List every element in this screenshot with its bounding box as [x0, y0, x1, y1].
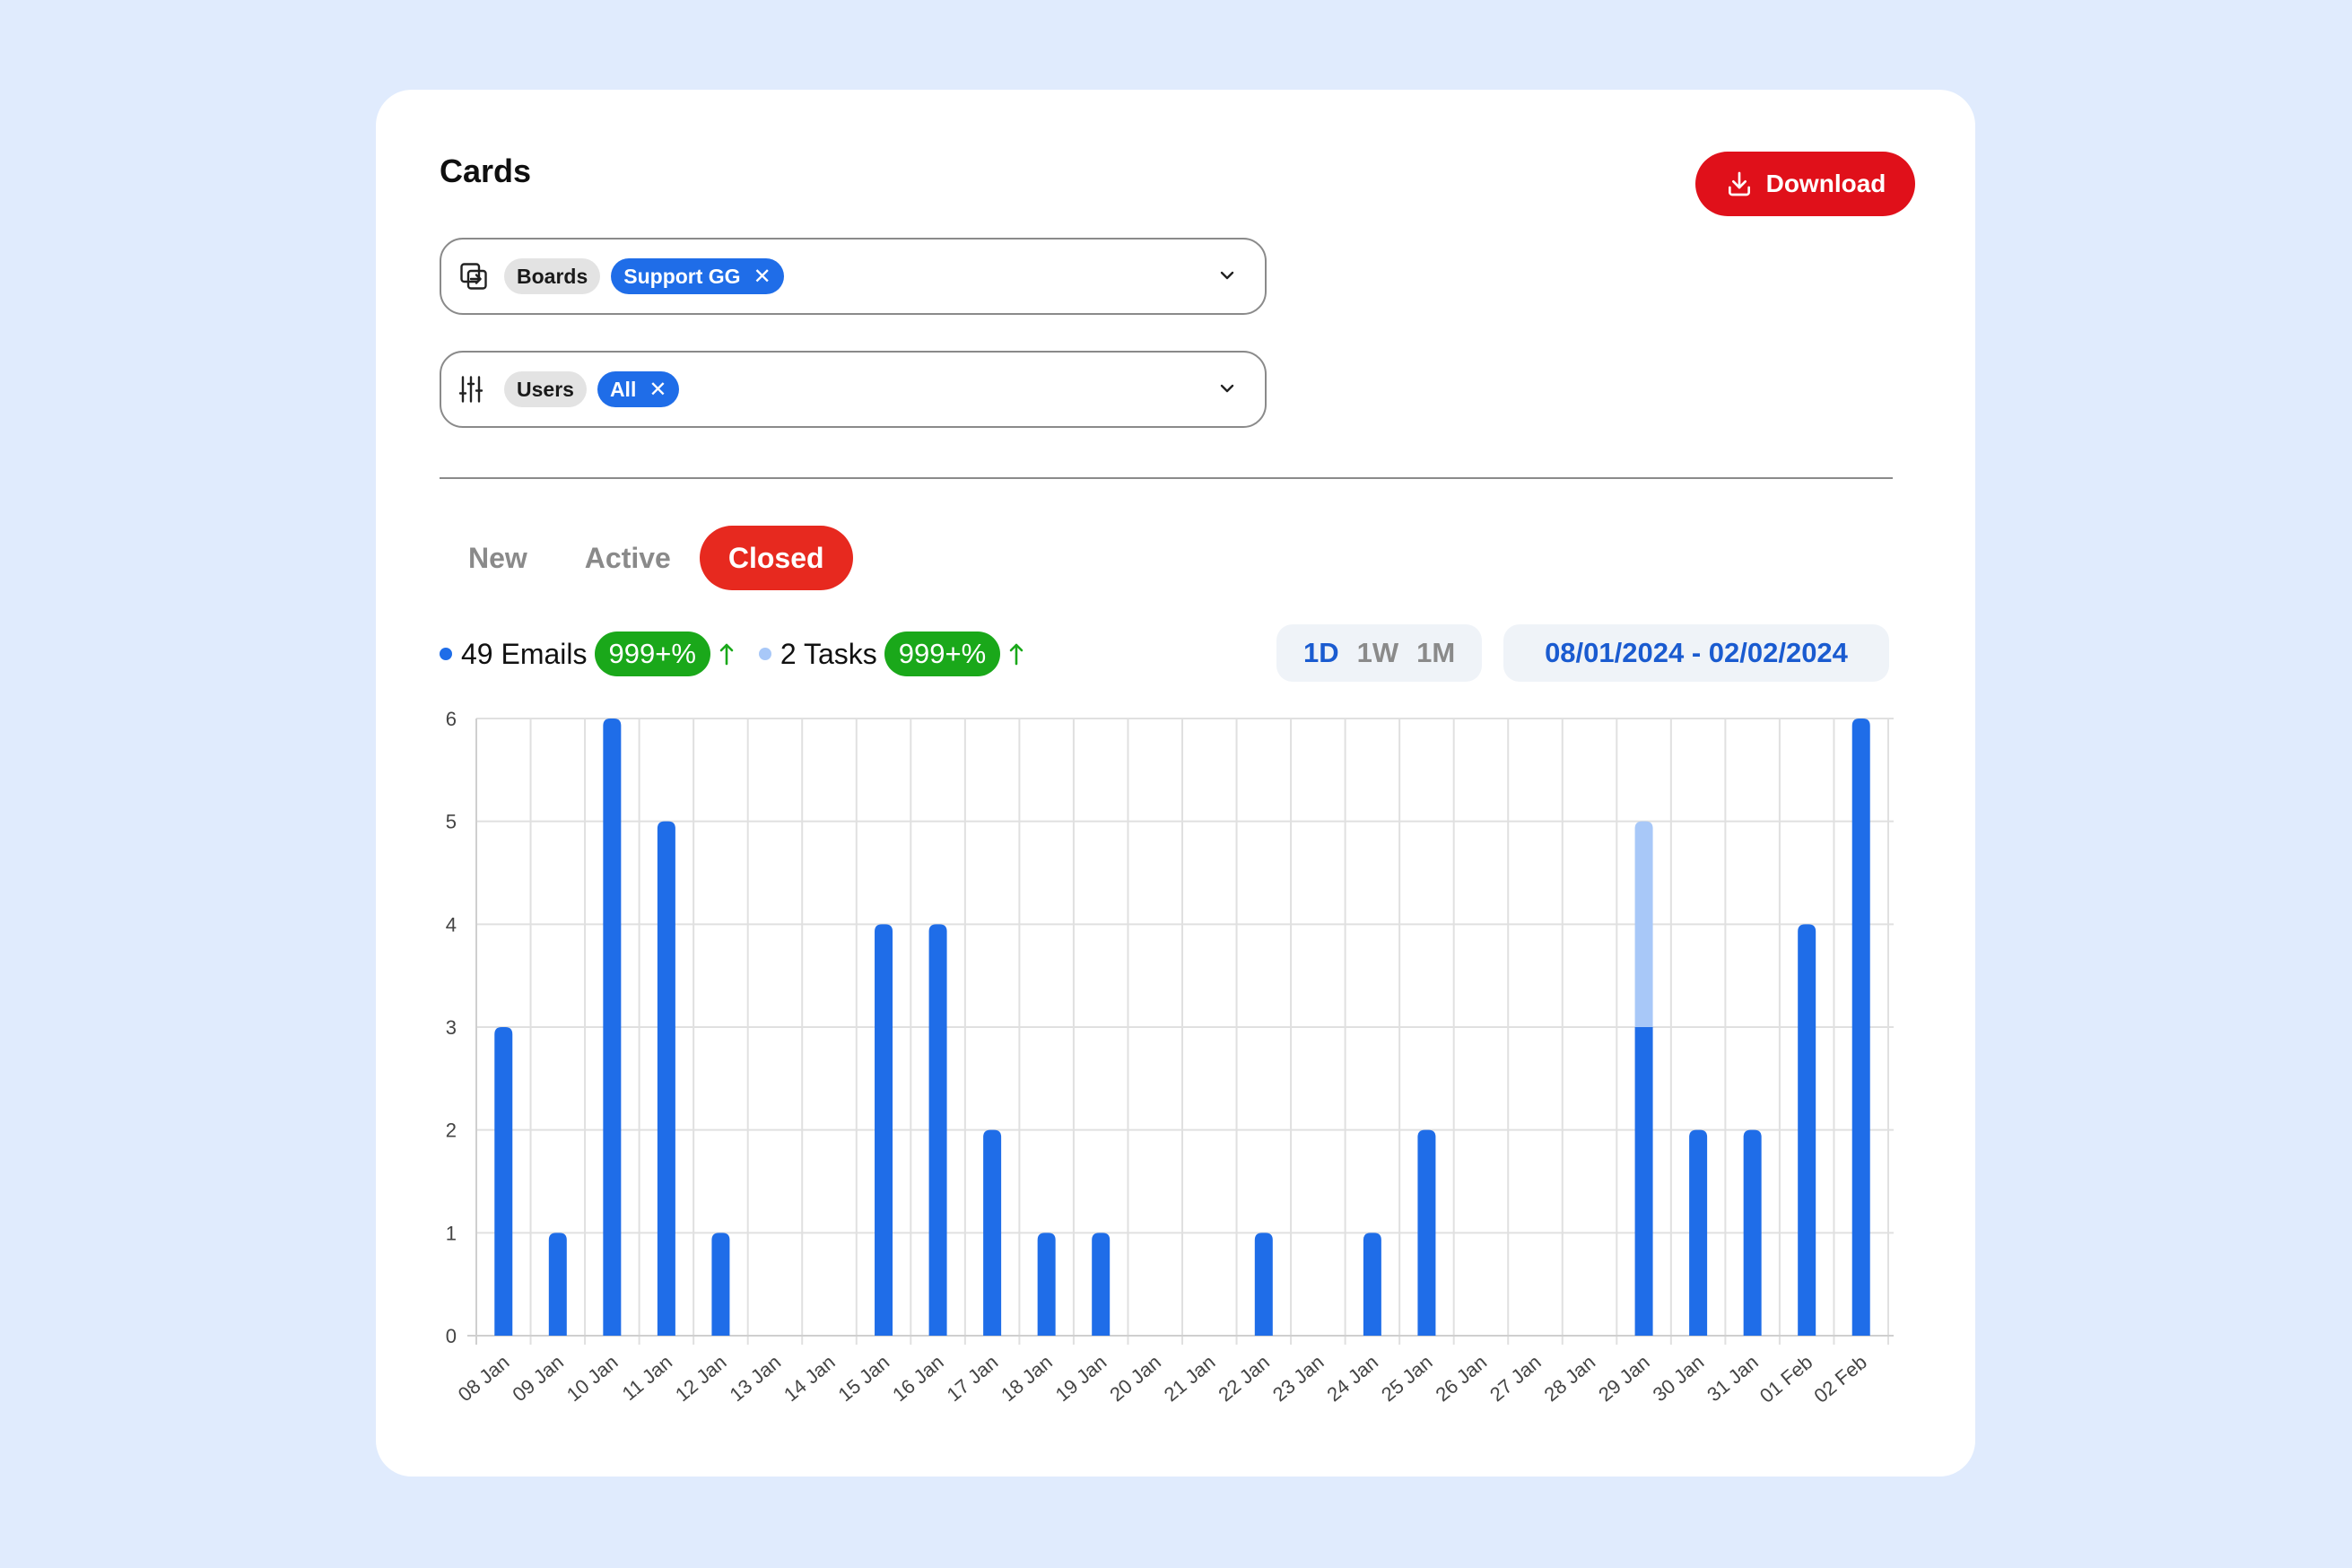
x-tick-label: 18 Jan — [997, 1351, 1057, 1407]
y-tick-label: 0 — [446, 1325, 457, 1347]
x-tick-label: 01 Feb — [1755, 1351, 1817, 1407]
bar-emails — [657, 821, 675, 1336]
x-tick-label: 13 Jan — [725, 1351, 785, 1407]
x-tick-label: 21 Jan — [1160, 1351, 1220, 1407]
x-tick-label: 15 Jan — [834, 1351, 894, 1407]
x-tick-label: 28 Jan — [1540, 1351, 1600, 1407]
bar-emails — [1417, 1129, 1436, 1336]
x-tick-label: 09 Jan — [508, 1351, 568, 1407]
bar-emails — [1851, 719, 1870, 1336]
x-tick-label: 30 Jan — [1649, 1351, 1709, 1407]
x-tick-label: 10 Jan — [562, 1351, 623, 1407]
x-tick-label: 20 Jan — [1105, 1351, 1165, 1407]
x-tick-label: 22 Jan — [1214, 1351, 1274, 1407]
y-tick-label: 4 — [446, 913, 457, 936]
x-tick-label: 19 Jan — [1051, 1351, 1111, 1407]
x-tick-label: 24 Jan — [1322, 1351, 1382, 1407]
y-tick-label: 6 — [446, 708, 457, 730]
y-tick-label: 5 — [446, 811, 457, 833]
bar-emails — [1037, 1233, 1056, 1336]
x-tick-label: 29 Jan — [1594, 1351, 1654, 1407]
x-tick-label: 12 Jan — [671, 1351, 731, 1407]
bar-emails — [494, 1027, 513, 1336]
bar-emails — [1743, 1129, 1762, 1336]
bar-emails — [548, 1233, 567, 1336]
bar-emails — [875, 924, 893, 1336]
bar-emails — [1363, 1233, 1381, 1336]
bar-tasks — [1634, 821, 1653, 1027]
x-tick-label: 31 Jan — [1703, 1351, 1763, 1407]
bar-chart: 0 1 2 3 4 5 6 08 Jan09 Jan10 Jan11 Jan12 Jan13 … — [446, 708, 1894, 1407]
cards-panel: Cards Download Boards Support GG ✕ Users… — [376, 90, 1975, 1477]
x-tick-label: 02 Feb — [1809, 1351, 1871, 1407]
x-tick-label: 16 Jan — [888, 1351, 948, 1407]
x-tick-label: 14 Jan — [780, 1351, 840, 1407]
bar-emails — [711, 1233, 730, 1336]
y-tick-label: 1 — [446, 1222, 457, 1244]
x-tick-label: 25 Jan — [1377, 1351, 1437, 1407]
bar-emails — [983, 1129, 1002, 1336]
bar-emails — [1634, 1027, 1653, 1336]
bar-emails — [1254, 1233, 1273, 1336]
y-tick-label: 2 — [446, 1119, 457, 1142]
x-tick-label: 23 Jan — [1268, 1351, 1328, 1407]
x-tick-label: 17 Jan — [943, 1351, 1003, 1407]
x-tick-label: 11 Jan — [618, 1351, 676, 1406]
y-tick-label: 3 — [446, 1016, 457, 1039]
bar-emails — [1689, 1129, 1708, 1336]
bar-emails — [928, 924, 947, 1336]
x-tick-label: 26 Jan — [1431, 1351, 1491, 1407]
x-tick-label: 27 Jan — [1485, 1351, 1546, 1407]
bar-emails — [1798, 924, 1816, 1336]
x-tick-label: 08 Jan — [454, 1351, 514, 1407]
bar-emails — [1092, 1233, 1111, 1336]
bar-emails — [603, 719, 622, 1336]
